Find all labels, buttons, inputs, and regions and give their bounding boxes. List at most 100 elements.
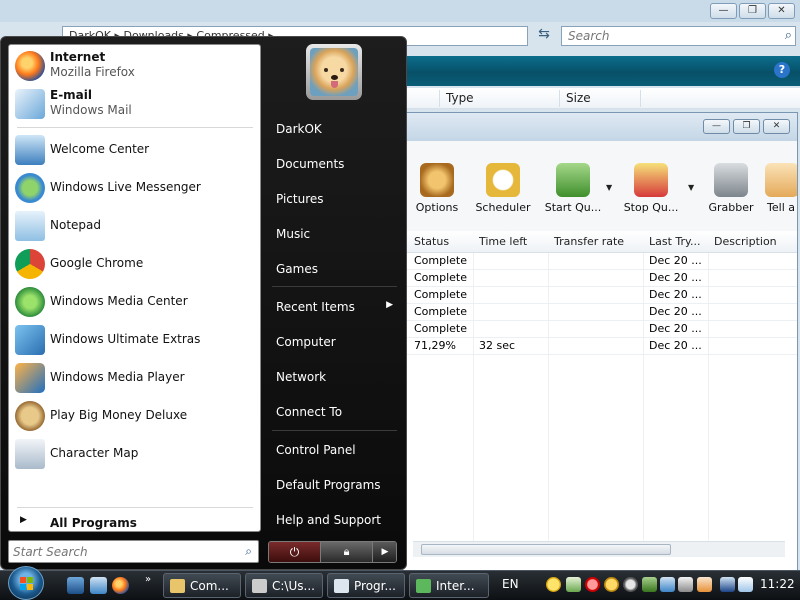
messenger-tray-icon[interactable] [604, 577, 619, 592]
switch-windows-icon[interactable] [90, 577, 107, 594]
volume-icon[interactable] [738, 577, 753, 592]
minimize-button[interactable]: — [710, 3, 737, 19]
row-last-try: Dec 20 ... [649, 322, 702, 335]
chevron-right-icon[interactable]: » [145, 574, 151, 585]
media-tray-icon[interactable] [623, 577, 638, 592]
start-search-input[interactable] [13, 544, 233, 560]
program-name: Windows Media Player [50, 370, 185, 384]
menu-item-games[interactable]: Games [267, 256, 402, 282]
network-tray-icon[interactable] [660, 577, 675, 592]
taskbar-item-compressed[interactable]: Com... [163, 573, 241, 598]
start-queue-dropdown-icon[interactable]: ▼ [606, 183, 612, 192]
taskbar-item-programs[interactable]: Progr... [327, 573, 405, 598]
download-tray-icon[interactable] [642, 577, 657, 592]
column-description[interactable]: Description [714, 235, 777, 248]
download-row[interactable]: Complete Dec 20 ... [403, 270, 797, 287]
shutdown-options-button[interactable]: ▶ [373, 542, 396, 562]
row-last-try: Dec 20 ... [649, 288, 702, 301]
refresh-icon[interactable]: ⇆ [533, 26, 555, 46]
horizontal-scrollbar[interactable] [413, 541, 785, 557]
menu-item-recent-items[interactable]: Recent Items ▶ [267, 294, 402, 320]
dog-nose [331, 75, 338, 80]
smiley-tray-icon[interactable] [546, 577, 561, 592]
stop-queue-dropdown-icon[interactable]: ▼ [688, 183, 694, 192]
stop-queue-button[interactable]: Stop Qu... [623, 163, 679, 223]
program-subtitle: Windows Mail [50, 103, 132, 117]
program-email[interactable]: E-mail Windows Mail [12, 86, 258, 122]
tell-a-friend-button[interactable]: Tell a [765, 163, 797, 223]
menu-item-control-panel[interactable]: Control Panel [267, 437, 402, 463]
menu-item-help-and-support[interactable]: Help and Support [267, 507, 402, 533]
money-bag-icon [15, 401, 45, 431]
maximize-button[interactable]: ❐ [739, 3, 766, 19]
start-queue-button[interactable]: Start Qu... [543, 163, 603, 223]
scrollbar-thumb[interactable] [421, 544, 671, 555]
download-row[interactable]: 71,29% 32 sec Dec 20 ... [403, 338, 797, 355]
menu-item-label: Control Panel [276, 443, 356, 457]
menu-item-music[interactable]: Music [267, 221, 402, 247]
scheduler-label: Scheduler [475, 201, 531, 214]
program-windows-ultimate-extras[interactable]: Windows Ultimate Extras [12, 322, 258, 358]
menu-item-user[interactable]: DarkOK [267, 116, 402, 142]
column-time-left[interactable]: Time left [479, 235, 527, 248]
options-button[interactable]: Options [415, 163, 459, 223]
column-status[interactable]: Status [414, 235, 449, 248]
firefox-icon[interactable] [112, 577, 129, 594]
search-icon[interactable]: ⌕ [785, 28, 792, 43]
language-indicator[interactable]: EN [502, 577, 519, 591]
menu-item-pictures[interactable]: Pictures [267, 186, 402, 212]
program-notepad[interactable]: Notepad [12, 208, 258, 244]
program-windows-media-player[interactable]: Windows Media Player [12, 360, 258, 396]
dm-maximize-button[interactable]: ❐ [733, 119, 760, 134]
download-row[interactable]: Complete Dec 20 ... [403, 321, 797, 338]
update-tray-icon[interactable] [697, 577, 712, 592]
download-row[interactable]: Complete Dec 20 ... [403, 287, 797, 304]
help-icon[interactable]: ? [774, 62, 790, 78]
column-last-try[interactable]: Last Try... [649, 235, 700, 248]
taskbar-clock[interactable]: 11:22 [760, 577, 795, 591]
program-windows-live-messenger[interactable]: Windows Live Messenger [12, 170, 258, 206]
power-button[interactable]: ⏻ [269, 542, 321, 562]
grabber-button[interactable]: Grabber [707, 163, 755, 223]
close-button[interactable]: ✕ [768, 3, 795, 19]
menu-item-connect-to[interactable]: Connect To [267, 399, 402, 425]
program-play-big-money-deluxe[interactable]: Play Big Money Deluxe [12, 398, 258, 434]
antivirus-tray-icon[interactable] [585, 577, 600, 592]
menu-item-documents[interactable]: Documents [267, 151, 402, 177]
gear-icon [420, 163, 454, 197]
lock-button[interactable]: 🔒︎ [321, 542, 373, 562]
avatar[interactable] [306, 44, 362, 100]
explorer-search-input[interactable]: Search [561, 26, 796, 46]
program-character-map[interactable]: Character Map [12, 436, 258, 472]
program-google-chrome[interactable]: Google Chrome [12, 246, 258, 282]
download-row[interactable]: Complete Dec 20 ... [403, 304, 797, 321]
connection-tray-icon[interactable] [720, 577, 735, 592]
show-desktop-icon[interactable] [67, 577, 84, 594]
download-row[interactable]: Complete Dec 20 ... [403, 253, 797, 270]
search-icon[interactable]: ⌕ [245, 544, 252, 559]
dm-minimize-button[interactable]: — [703, 119, 730, 134]
tray-app-icon[interactable] [566, 577, 581, 592]
menu-item-default-programs[interactable]: Default Programs [267, 472, 402, 498]
scheduler-button[interactable]: Scheduler [475, 163, 531, 223]
device-tray-icon[interactable] [678, 577, 693, 592]
start-button[interactable] [8, 566, 44, 600]
program-internet[interactable]: Internet Mozilla Firefox [12, 48, 258, 84]
program-name: Play Big Money Deluxe [50, 408, 188, 422]
start-search-box[interactable]: ⌕ [8, 540, 259, 563]
column-type[interactable]: Type [446, 91, 474, 105]
all-programs-label: All Programs [50, 516, 137, 530]
explorer-titlebar [0, 0, 800, 22]
program-welcome-center[interactable]: Welcome Center [12, 132, 258, 168]
menu-item-network[interactable]: Network [267, 364, 402, 390]
column-size[interactable]: Size [566, 91, 591, 105]
taskbar-item-archive[interactable]: C:\Us... [245, 573, 323, 598]
column-transfer-rate[interactable]: Transfer rate [554, 235, 624, 248]
menu-item-computer[interactable]: Computer [267, 329, 402, 355]
dm-close-button[interactable]: ✕ [763, 119, 790, 134]
task-label: Progr... [354, 579, 396, 593]
taskbar-item-internet-download[interactable]: Inter... [409, 573, 489, 598]
program-windows-media-center[interactable]: Windows Media Center [12, 284, 258, 320]
menu-item-label: Recent Items [276, 300, 355, 314]
all-programs-button[interactable]: ▶ All Programs [12, 513, 258, 533]
